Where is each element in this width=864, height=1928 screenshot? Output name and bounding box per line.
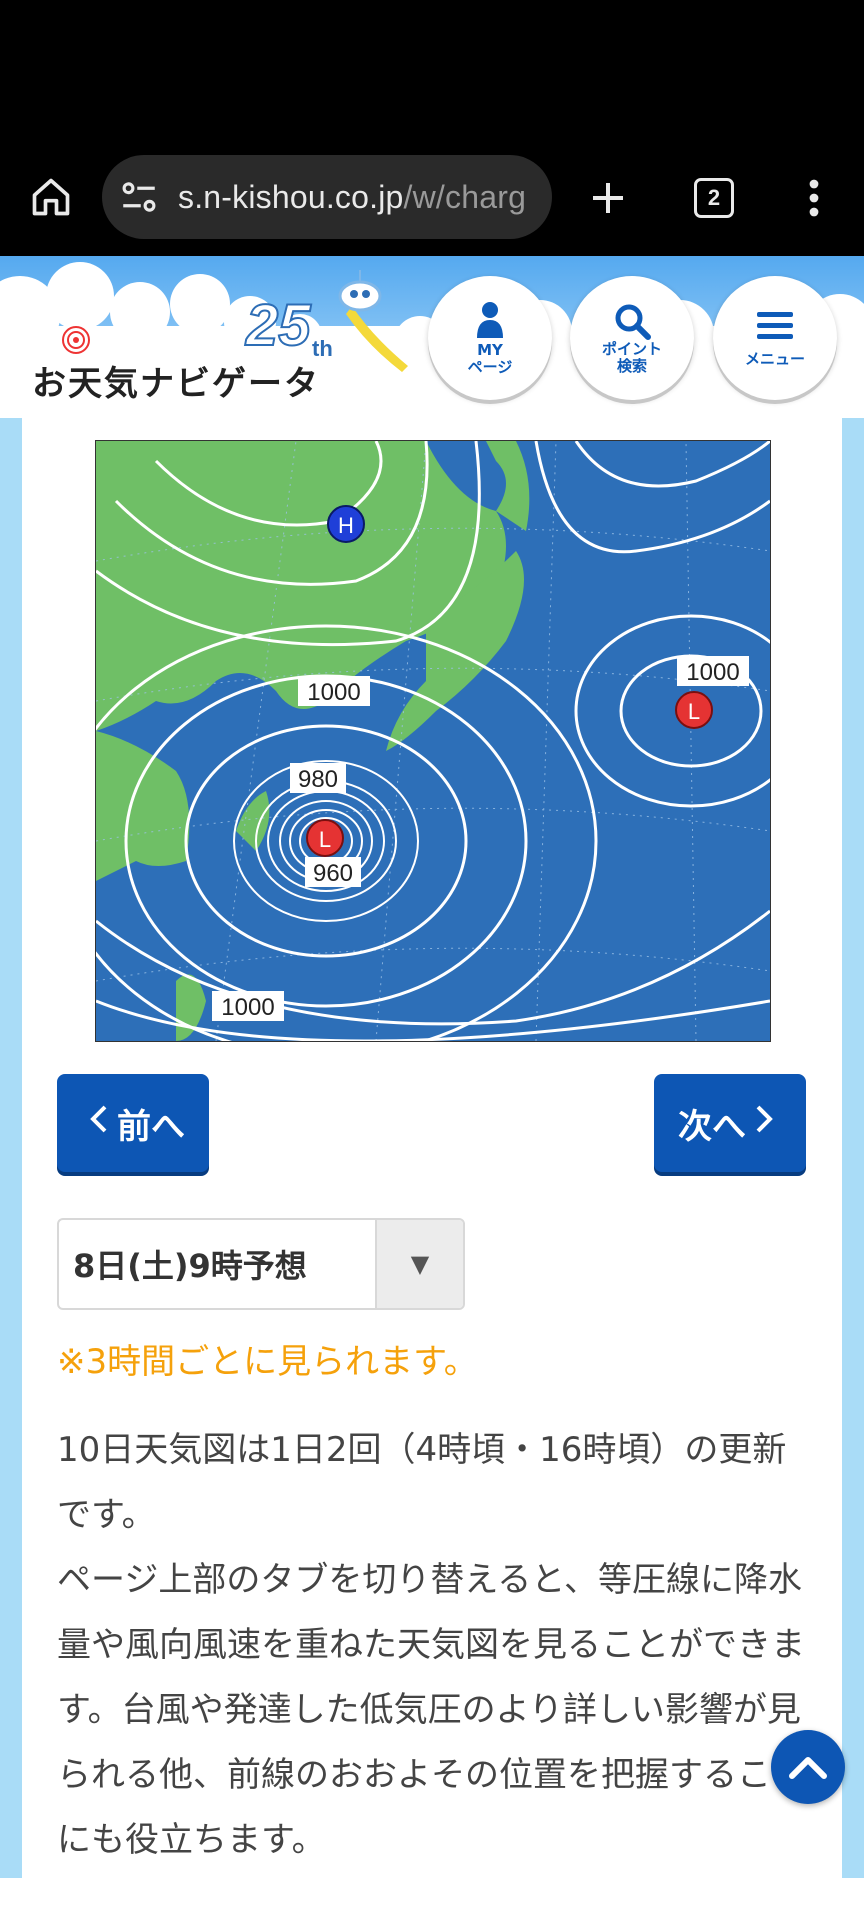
my-page-button[interactable]: MY ページ [428,276,552,400]
update-interval-note: ※3時間ごとに見られます。 [57,1342,478,1382]
description-paragraph: 10日天気図は1日2回（4時頃・16時頃）の更新です。 [57,1430,787,1535]
low-pressure-marker: L [306,819,344,857]
prev-label: 前へ [117,1106,185,1147]
isobar-label: 1000 [686,659,739,686]
hamburger-icon [757,311,793,339]
page-side-left [0,418,22,1878]
chevron-right-icon [754,1103,774,1143]
point-search-button[interactable]: ポイント 検索 [570,276,694,400]
next-button[interactable]: 次へ [654,1074,806,1172]
description-body: 10日天気図は1日2回（4時頃・16時頃）の更新です。ページ上部のタブを切り替え… [57,1418,807,1873]
description-paragraph: ページ上部のタブを切り替えると、等圧線に降水量や風向風速を重ねた天気図を見ること… [57,1560,805,1860]
overflow-menu-icon[interactable] [794,174,834,222]
low-pressure-marker: L [675,691,713,729]
menu-label: メニュー [744,349,805,368]
forecast-time-select[interactable]: 8日(土)9時予想 ▼ [57,1218,465,1310]
menu-button[interactable]: メニュー [713,276,837,400]
isobar-label: 1000 [221,994,274,1021]
tab-switcher-button[interactable]: 2 [690,174,738,222]
scroll-top-button[interactable] [771,1730,845,1804]
site-logo-text[interactable]: お天気ナビゲータ [32,356,320,405]
search-icon [615,304,651,340]
prev-button[interactable]: 前へ [57,1074,209,1172]
browser-toolbar: s.n-kishou.co.jp/w/charg 2 [0,0,864,256]
address-bar[interactable]: s.n-kishou.co.jp/w/charg [102,155,552,239]
tower-icon [62,326,90,354]
forecast-time-value: 8日(土)9時予想 [73,1247,307,1285]
my-page-label-1: MY [477,341,503,359]
bottom-strip [0,1878,864,1928]
url-text: s.n-kishou.co.jp/w/charg [178,178,527,215]
high-pressure-marker: H [327,505,365,543]
isobar-label: 960 [313,860,353,887]
tab-count: 2 [694,178,734,218]
new-tab-icon[interactable] [584,174,632,222]
isobar-label: 980 [298,766,338,793]
mascot-icon [338,270,408,372]
point-search-label-1: ポイント [601,340,662,358]
svg-text:L: L [688,699,700,724]
chevron-up-icon [789,1757,827,1779]
svg-text:L: L [319,827,331,852]
anniversary-suffix: th [312,336,333,361]
page-side-right [842,418,864,1878]
dropdown-arrow-icon[interactable]: ▼ [375,1220,463,1308]
site-header: お天気ナビゲータ 25 th MY ページ ポイント 検索 メニュー [0,256,864,418]
chevron-left-icon [89,1103,109,1143]
site-settings-icon[interactable] [118,176,160,218]
point-search-label-2: 検索 [616,357,647,375]
anniversary-number: 25 [245,292,312,359]
my-page-label-2: ページ [467,358,513,376]
isobar-label: 1000 [307,679,360,706]
description-text: 10日天気図は1日2回（4時頃・16時頃）の更新です。ページ上部のタブを切り替え… [57,1418,807,1873]
next-label: 次へ [678,1106,746,1147]
svg-text:H: H [338,513,354,538]
home-icon[interactable] [28,174,74,220]
person-icon [477,302,503,338]
weather-chart-map[interactable]: 1000 1000 980 960 1000 H L L [95,440,771,1042]
